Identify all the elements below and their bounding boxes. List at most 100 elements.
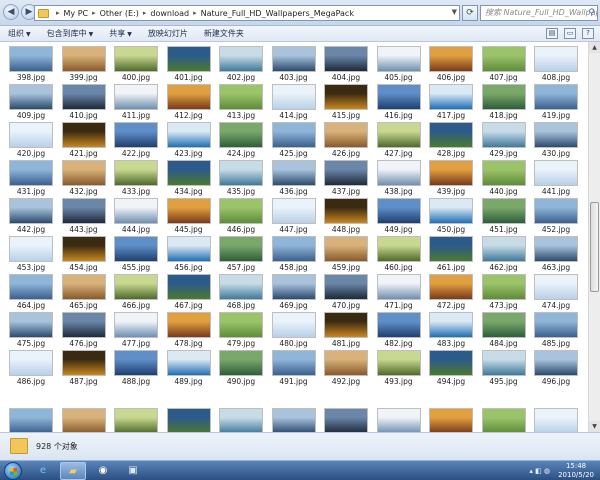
file-item[interactable]: 506.jpg [481,408,527,432]
file-item[interactable]: 417.jpg [428,84,474,121]
file-item[interactable]: 453.jpg [8,236,54,273]
search-icon[interactable]: ⚲ [588,6,595,20]
file-item[interactable]: 494.jpg [428,350,474,387]
internet-explorer-icon[interactable]: e [30,462,56,480]
file-item[interactable]: 462.jpg [481,236,527,273]
file-item[interactable]: 493.jpg [376,350,422,387]
file-item[interactable]: 457.jpg [218,236,264,273]
include-in-library-button[interactable]: 包含到库中 ▼ [39,28,102,39]
file-item[interactable]: 416.jpg [376,84,422,121]
file-item[interactable]: 489.jpg [166,350,212,387]
file-item[interactable]: 483.jpg [428,312,474,349]
file-item[interactable]: 447.jpg [271,198,317,235]
view-options-icon[interactable]: ▤ [546,28,558,39]
file-item[interactable]: 432.jpg [61,160,107,197]
file-item[interactable]: 486.jpg [8,350,54,387]
file-item[interactable]: 440.jpg [481,160,527,197]
organize-button[interactable]: 组织 ▼ [0,28,39,39]
file-item[interactable]: 485.jpg [533,312,579,349]
file-item[interactable]: 458.jpg [271,236,317,273]
explorer-taskbar-icon[interactable]: ▰ [60,462,86,480]
file-item[interactable]: 438.jpg [376,160,422,197]
chevron-right-icon[interactable]: ▸ [92,9,96,17]
file-item[interactable]: 470.jpg [323,274,369,311]
file-item[interactable]: 466.jpg [113,274,159,311]
file-item[interactable]: 434.jpg [166,160,212,197]
file-item[interactable]: 488.jpg [113,350,159,387]
file-item[interactable]: 468.jpg [218,274,264,311]
search-input[interactable]: 搜索 Nature_Full_HD_Wallpapers_... ⚲ [480,5,598,21]
file-item[interactable]: 474.jpg [533,274,579,311]
file-item[interactable]: 498.jpg [61,408,107,432]
file-item[interactable]: 469.jpg [271,274,317,311]
file-item[interactable]: 472.jpg [428,274,474,311]
file-item[interactable]: 403.jpg [271,46,317,83]
file-item[interactable]: 476.jpg [61,312,107,349]
file-item[interactable]: 501.jpg [218,408,264,432]
file-item[interactable]: 407.jpg [481,46,527,83]
file-item[interactable]: 463.jpg [533,236,579,273]
file-item[interactable]: 437.jpg [323,160,369,197]
breadcrumb-download[interactable]: download [150,9,189,18]
file-item[interactable]: 504.jpg [376,408,422,432]
file-item[interactable]: 445.jpg [166,198,212,235]
file-item[interactable]: 484.jpg [481,312,527,349]
file-item[interactable]: 460.jpg [376,236,422,273]
file-item[interactable]: 425.jpg [271,122,317,159]
file-item[interactable]: 505.jpg [428,408,474,432]
file-item[interactable]: 495.jpg [481,350,527,387]
file-item[interactable]: 435.jpg [218,160,264,197]
share-button[interactable]: 共享 ▼ [101,28,140,39]
file-item[interactable]: 424.jpg [218,122,264,159]
scroll-down-icon[interactable]: ▼ [589,421,600,432]
chevron-right-icon[interactable]: ▸ [193,9,197,17]
scroll-up-icon[interactable]: ▲ [589,42,600,53]
file-item[interactable]: 439.jpg [428,160,474,197]
file-item[interactable]: 497.jpg [8,408,54,432]
file-item[interactable]: 409.jpg [8,84,54,121]
help-icon[interactable]: ? [582,28,594,39]
address-box[interactable]: ▸ My PC ▸ Other (E:) ▸ download ▸ Nature… [34,5,460,21]
clock[interactable]: 15:48 2010/5/20 [558,462,594,480]
file-item[interactable]: 443.jpg [61,198,107,235]
media-player-icon[interactable]: ◉ [90,462,116,480]
file-item[interactable]: 496.jpg [533,350,579,387]
file-item[interactable]: 475.jpg [8,312,54,349]
file-item[interactable]: 431.jpg [8,160,54,197]
file-item[interactable]: 471.jpg [376,274,422,311]
back-button[interactable]: ◀ [3,4,19,20]
file-item[interactable]: 399.jpg [61,46,107,83]
file-item[interactable]: 464.jpg [8,274,54,311]
new-folder-button[interactable]: 新建文件夹 [196,28,252,39]
refresh-button[interactable]: ⟳ [462,5,478,21]
dropdown-arrow-icon[interactable]: ▼ [452,8,457,16]
file-item[interactable]: 402.jpg [218,46,264,83]
start-button[interactable] [4,462,22,480]
breadcrumb-my-pc[interactable]: My PC [64,9,89,18]
scrollbar-thumb[interactable] [590,202,599,292]
file-item[interactable]: 428.jpg [428,122,474,159]
app-taskbar-icon[interactable]: ▣ [120,462,146,480]
file-item[interactable]: 418.jpg [481,84,527,121]
file-item[interactable]: 449.jpg [376,198,422,235]
file-item[interactable]: 421.jpg [61,122,107,159]
file-item[interactable]: 479.jpg [218,312,264,349]
file-item[interactable]: 448.jpg [323,198,369,235]
file-item[interactable]: 478.jpg [166,312,212,349]
file-item[interactable]: 429.jpg [481,122,527,159]
file-item[interactable]: 406.jpg [428,46,474,83]
file-item[interactable]: 507.jpg [533,408,579,432]
file-item[interactable]: 400.jpg [113,46,159,83]
file-item[interactable]: 433.jpg [113,160,159,197]
file-item[interactable]: 415.jpg [323,84,369,121]
file-item[interactable]: 404.jpg [323,46,369,83]
file-item[interactable]: 446.jpg [218,198,264,235]
file-item[interactable]: 490.jpg [218,350,264,387]
file-item[interactable]: 442.jpg [8,198,54,235]
file-item[interactable]: 452.jpg [533,198,579,235]
file-item[interactable]: 413.jpg [218,84,264,121]
file-item[interactable]: 491.jpg [271,350,317,387]
file-item[interactable]: 487.jpg [61,350,107,387]
file-item[interactable]: 477.jpg [113,312,159,349]
tray-icons[interactable]: ▴ ◧ ◍ [529,467,550,475]
